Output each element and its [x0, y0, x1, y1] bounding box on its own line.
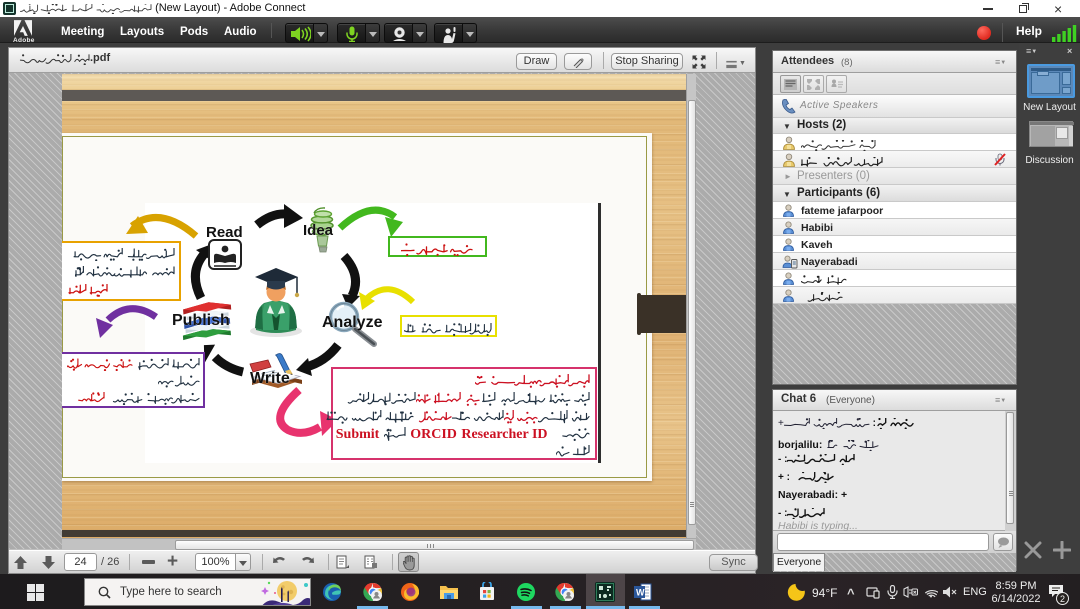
svg-text:W: W [636, 588, 645, 598]
